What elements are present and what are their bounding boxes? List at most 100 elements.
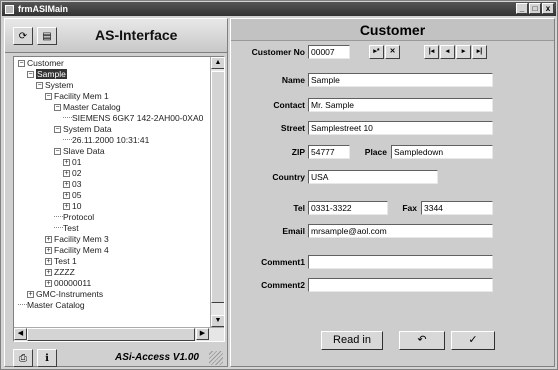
expand-icon[interactable]: + bbox=[63, 159, 70, 166]
collapse-icon[interactable]: − bbox=[45, 93, 52, 100]
close-button[interactable]: x bbox=[542, 3, 554, 14]
tree-node-label: Test bbox=[63, 223, 79, 233]
comment2-field[interactable] bbox=[308, 278, 493, 292]
email-field[interactable]: mrsample@aol.com bbox=[308, 224, 493, 238]
tree-node-label: System Data bbox=[63, 124, 112, 134]
tel-field[interactable]: 0331-3322 bbox=[308, 201, 388, 215]
tree-node[interactable]: +03 bbox=[63, 179, 81, 189]
tree-node[interactable]: − System Data bbox=[54, 124, 112, 134]
expand-icon[interactable]: + bbox=[45, 247, 52, 254]
collapse-icon[interactable]: − bbox=[18, 60, 25, 67]
tree-connector bbox=[54, 227, 63, 228]
tree-node-label: Protocol bbox=[63, 212, 95, 222]
title-bar: frmASIMain _ □ x bbox=[2, 2, 556, 16]
tree-node[interactable]: Protocol bbox=[54, 212, 94, 222]
expand-icon[interactable]: + bbox=[45, 280, 52, 287]
scroll-right-button[interactable]: ▶ bbox=[196, 328, 209, 340]
resize-grip-icon[interactable] bbox=[209, 351, 223, 365]
tree-node[interactable]: − Slave Data bbox=[54, 146, 105, 156]
info-tool-button[interactable]: ℹ bbox=[37, 349, 57, 367]
tree-node[interactable]: +02 bbox=[63, 168, 81, 178]
fax-label: Fax bbox=[402, 203, 417, 213]
expand-icon[interactable]: + bbox=[45, 258, 52, 265]
tree-node[interactable]: − Sample bbox=[27, 69, 67, 79]
scroll-down-button[interactable]: ▼ bbox=[211, 315, 224, 327]
main-window: frmASIMain _ □ x ⟳ ▤ AS-Interface − Custo… bbox=[0, 0, 558, 370]
expand-icon[interactable]: + bbox=[27, 291, 34, 298]
customer-tree[interactable]: − Customer − Sample − System − Facility Mem 1− M… bbox=[13, 56, 225, 342]
tree-node[interactable]: +05 bbox=[63, 190, 81, 200]
customer-no-field[interactable]: 00007 bbox=[308, 45, 350, 59]
hscroll-thumb[interactable] bbox=[27, 328, 195, 341]
place-field[interactable]: Sampledown bbox=[391, 145, 493, 159]
tree-node[interactable]: 26.11.2000 10:31:41 bbox=[63, 135, 149, 145]
collapse-icon[interactable]: − bbox=[54, 126, 61, 133]
tree-connector bbox=[54, 216, 63, 217]
tree-panel: ⟳ ▤ AS-Interface − Customer − Sample − System… bbox=[4, 18, 228, 367]
refresh-icon: ⟳ bbox=[18, 30, 28, 42]
ok-button[interactable]: ✓ bbox=[451, 331, 495, 350]
country-label: Country bbox=[272, 172, 305, 182]
tree-node[interactable]: Test bbox=[54, 223, 79, 233]
tree-node[interactable]: + GMC-Instruments bbox=[27, 289, 103, 299]
expand-icon[interactable]: + bbox=[45, 269, 52, 276]
email-label: Email bbox=[282, 226, 305, 236]
tree-node[interactable]: − Customer bbox=[18, 58, 64, 68]
tree-node[interactable]: + Facility Mem 4 bbox=[45, 245, 109, 255]
comment1-field[interactable] bbox=[308, 255, 493, 269]
print-tool-button[interactable]: ⎙ bbox=[13, 349, 33, 367]
tree-node[interactable]: SIEMENS 6GK7 142-2AH00-0XA0 bbox=[63, 113, 203, 123]
scroll-up-button[interactable]: ▲ bbox=[211, 57, 224, 69]
tree-node-label: 00000011 bbox=[54, 278, 92, 288]
tree-node[interactable]: + ZZZZ bbox=[45, 267, 75, 277]
tree-node[interactable]: +01 bbox=[63, 157, 81, 167]
street-label: Street bbox=[280, 123, 305, 133]
tree-vertical-scrollbar[interactable]: ▲ ▼ bbox=[210, 57, 224, 327]
next-record-button[interactable]: ▸ bbox=[456, 45, 471, 59]
expand-icon[interactable]: + bbox=[63, 181, 70, 188]
refresh-tool-button[interactable]: ⟳ bbox=[13, 27, 33, 45]
contact-label: Contact bbox=[273, 100, 305, 110]
first-record-button[interactable]: |◂ bbox=[424, 45, 439, 59]
fax-field[interactable]: 3344 bbox=[421, 201, 493, 215]
street-field[interactable]: Samplestreet 10 bbox=[308, 121, 493, 135]
collapse-icon[interactable]: − bbox=[54, 104, 61, 111]
tree-node[interactable]: + Facility Mem 3 bbox=[45, 234, 109, 244]
new-record-button[interactable]: ▸* bbox=[369, 45, 384, 59]
tree-node[interactable]: +10 bbox=[63, 201, 81, 211]
maximize-button[interactable]: □ bbox=[529, 3, 541, 14]
collapse-icon[interactable]: − bbox=[27, 71, 34, 78]
expand-icon[interactable]: + bbox=[45, 236, 52, 243]
document-tool-button[interactable]: ▤ bbox=[37, 27, 57, 45]
tree-node-label: Sample bbox=[36, 69, 67, 79]
contact-field[interactable]: Mr. Sample bbox=[308, 98, 493, 112]
expand-icon[interactable]: + bbox=[63, 170, 70, 177]
last-record-button[interactable]: ▸| bbox=[472, 45, 487, 59]
scroll-left-button[interactable]: ◀ bbox=[14, 328, 27, 340]
tree-horizontal-scrollbar[interactable]: ◀ ▶ bbox=[14, 327, 224, 341]
tree-node[interactable]: − System bbox=[36, 80, 73, 90]
tree-node[interactable]: − Facility Mem 1 bbox=[45, 91, 109, 101]
country-field[interactable]: USA bbox=[308, 170, 438, 184]
collapse-icon[interactable]: − bbox=[36, 82, 43, 89]
undo-button[interactable]: ↶ bbox=[399, 331, 445, 350]
tree-node[interactable]: Master Catalog bbox=[18, 300, 85, 310]
prev-record-button[interactable]: ◂ bbox=[440, 45, 455, 59]
delete-record-button[interactable]: ✕ bbox=[385, 45, 400, 59]
expand-icon[interactable]: + bbox=[63, 203, 70, 210]
read-in-button[interactable]: Read in bbox=[321, 331, 383, 350]
tree-node[interactable]: + Test 1 bbox=[45, 256, 77, 266]
tree-node[interactable]: +00000011 bbox=[45, 278, 91, 288]
minimize-button[interactable]: _ bbox=[516, 3, 528, 14]
app-icon bbox=[5, 4, 14, 14]
comment2-label: Comment2 bbox=[261, 280, 305, 290]
tree-node[interactable]: − Master Catalog bbox=[54, 102, 121, 112]
zip-field[interactable]: 54777 bbox=[308, 145, 350, 159]
tree-node-label: 10 bbox=[72, 201, 82, 211]
name-field[interactable]: Sample bbox=[308, 73, 493, 87]
expand-icon[interactable]: + bbox=[63, 192, 70, 199]
scroll-thumb[interactable] bbox=[211, 71, 224, 303]
print-icon: ⎙ bbox=[19, 352, 27, 364]
tree-node-label: SIEMENS 6GK7 142-2AH00-0XA0 bbox=[72, 113, 204, 123]
collapse-icon[interactable]: − bbox=[54, 148, 61, 155]
